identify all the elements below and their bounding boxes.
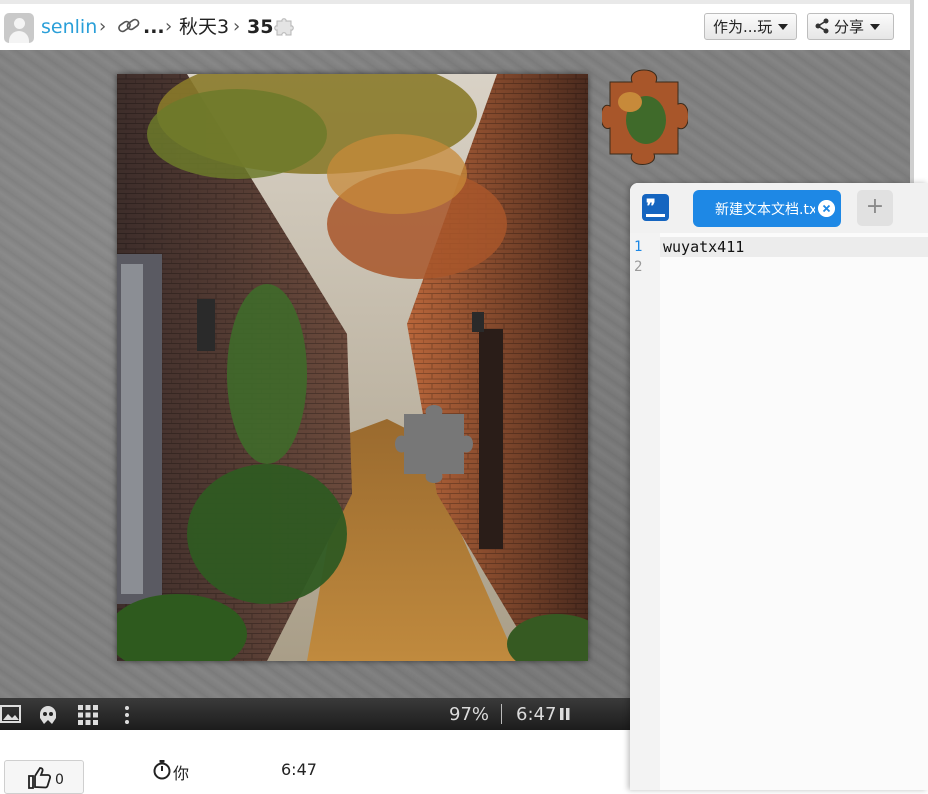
like-count: 0 (55, 772, 64, 788)
window-edge (910, 0, 914, 183)
avatar-body (9, 31, 29, 43)
share-button[interactable]: 分享 (807, 13, 894, 40)
status-divider (501, 704, 502, 724)
photo-right-door (479, 329, 503, 549)
breadcrumb-album-link[interactable]: 秋天3 (179, 15, 229, 39)
close-icon[interactable] (818, 200, 835, 217)
game-status-bar: 97% 6:47 (0, 698, 630, 730)
share-label: 分享 (834, 18, 865, 36)
line-number-gutter (630, 233, 660, 790)
stopwatch-icon (153, 760, 171, 780)
thumbs-up-icon (28, 767, 51, 789)
avatar[interactable] (4, 13, 34, 43)
like-button[interactable]: 0 (4, 760, 84, 794)
chevron-right-icon: › (99, 16, 107, 37)
top-strip (0, 0, 910, 4)
play-as-label: 作为...玩 (713, 18, 773, 36)
photo-door-panel (121, 264, 143, 594)
photo-shrub (187, 464, 347, 604)
caret-down-icon (778, 24, 789, 30)
top-bar: senlin › ... › 秋天3 › 35 作为...玩 分享 (0, 0, 910, 51)
photo-lantern-left (197, 299, 215, 351)
missing-piece-slot[interactable] (395, 405, 473, 483)
photo-autumn-leaves (327, 134, 467, 214)
caret-down-icon (870, 24, 881, 30)
play-as-button[interactable]: 作为...玩 (704, 13, 797, 40)
puzzle-piece-icon (274, 18, 294, 36)
breadcrumb-user-link[interactable]: senlin (41, 15, 97, 39)
puzzle-board[interactable] (117, 74, 588, 661)
image-icon[interactable] (0, 704, 22, 724)
editor-text-line[interactable]: wuyatx411 (663, 238, 744, 256)
tab-file[interactable]: 新建文本文档.txt (693, 190, 841, 227)
text-editor-window[interactable]: ❞ 新建文本文档.txt + 1 2 wuyatx411 (630, 183, 928, 790)
more-vertical-icon[interactable] (122, 704, 132, 726)
breadcrumb-ellipsis[interactable]: ... (143, 15, 165, 39)
line-number: 1 (634, 239, 643, 255)
timer-display: 6:47 (516, 704, 557, 725)
chevron-right-icon: › (233, 16, 241, 37)
zoom-level: 97% (449, 704, 490, 725)
line-number: 2 (634, 259, 643, 275)
ghost-icon[interactable] (37, 704, 59, 726)
photo-lantern-right (472, 312, 484, 332)
breadcrumb-piece-count: 35 (247, 16, 274, 38)
photo-canopy-left (147, 89, 327, 179)
link-icon[interactable] (117, 16, 141, 36)
avatar-head (14, 18, 25, 29)
pause-icon[interactable] (560, 708, 570, 720)
app-icon-bar (646, 214, 665, 217)
loose-puzzle-piece[interactable] (602, 62, 688, 166)
notepad-app-icon[interactable]: ❞ (642, 194, 669, 221)
new-tab-button[interactable]: + (857, 190, 893, 226)
photo-ivy (227, 284, 307, 464)
player-name: 你 (173, 764, 190, 783)
chevron-right-icon: › (165, 16, 173, 37)
editor-tab-bar: ❞ 新建文本文档.txt + (630, 183, 928, 233)
player-time: 6:47 (281, 760, 317, 779)
tab-file-label: 新建文本文档.txt (715, 202, 815, 218)
grid-icon[interactable] (77, 704, 99, 726)
share-icon (815, 18, 829, 34)
